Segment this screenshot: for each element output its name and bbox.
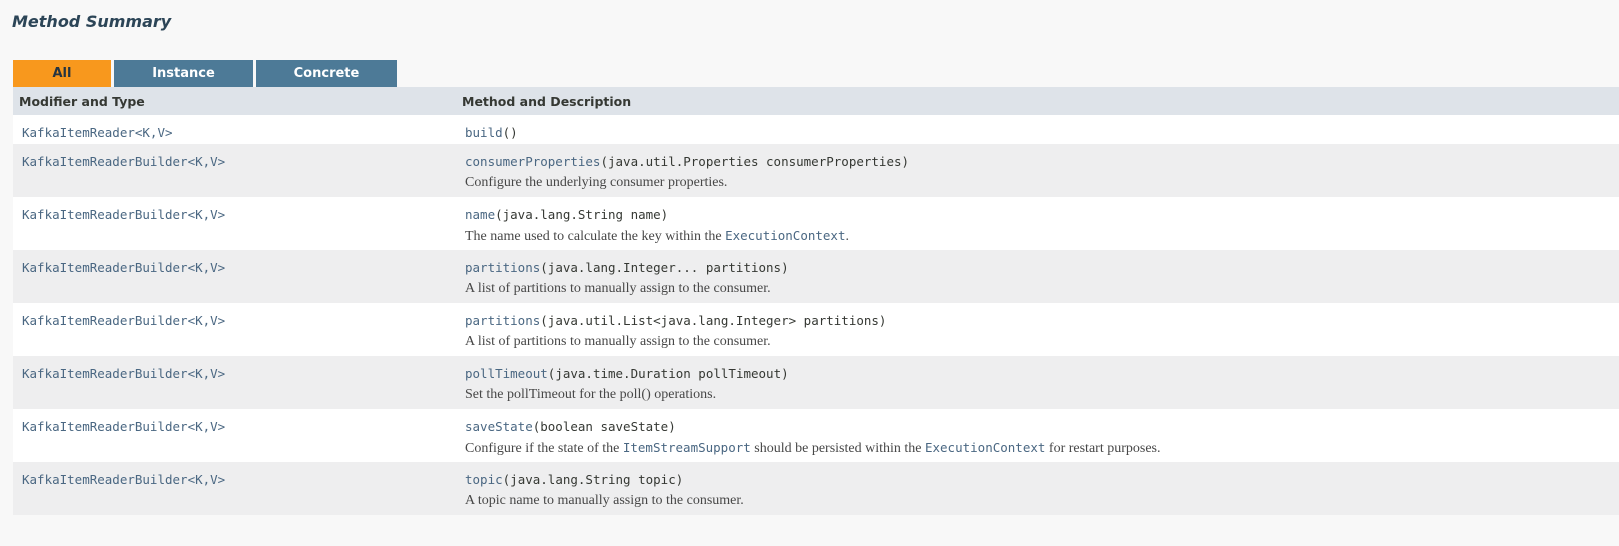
- method-params: (): [502, 125, 518, 140]
- method-params: (java.util.Properties consumerProperties…: [600, 154, 910, 169]
- tab-all-methods[interactable]: All Methods: [13, 60, 111, 108]
- table-row: KafkaItemReaderBuilder<K,V> name(java.la…: [13, 197, 1619, 250]
- table-row: KafkaItemReaderBuilder<K,V> topic(java.l…: [13, 462, 1619, 515]
- method-summary-table: Modifier and Type Method and Description…: [13, 87, 1619, 515]
- method-description: A list of partitions to manually assign …: [465, 281, 771, 296]
- method-params: (java.time.Duration pollTimeout): [547, 366, 789, 381]
- method-params: (java.lang.String topic): [502, 472, 684, 487]
- method-link-partitions[interactable]: partitions: [465, 313, 540, 328]
- column-header-modifier: Modifier and Type: [13, 87, 456, 115]
- execution-context-link[interactable]: ExecutionContext: [725, 228, 845, 243]
- method-description: Set the pollTimeout for the poll() opera…: [465, 387, 717, 402]
- method-link-consumer-properties[interactable]: consumerProperties: [465, 154, 600, 169]
- method-params: (java.lang.String name): [495, 207, 669, 222]
- method-description: Configure if the state of the ItemStream…: [465, 440, 1610, 457]
- method-params: (java.lang.Integer... partitions): [540, 260, 789, 275]
- method-description: Configure the underlying consumer proper…: [465, 175, 728, 190]
- description-text: should be persisted within the: [750, 441, 925, 456]
- return-type-link[interactable]: KafkaItemReaderBuilder<K,V>: [22, 472, 225, 487]
- method-description: A topic name to manually assign to the c…: [465, 493, 744, 508]
- method-params: (boolean saveState): [532, 419, 676, 434]
- table-row: KafkaItemReader<K,V> build(): [13, 115, 1619, 144]
- return-type-link[interactable]: KafkaItemReaderBuilder<K,V>: [22, 154, 225, 169]
- table-row: KafkaItemReaderBuilder<K,V> partitions(j…: [13, 303, 1619, 356]
- description-text: The name used to calculate the key withi…: [465, 229, 726, 244]
- return-type-link[interactable]: KafkaItemReader<K,V>: [22, 125, 173, 140]
- return-type-link[interactable]: KafkaItemReaderBuilder<K,V>: [22, 207, 225, 222]
- column-header-method: Method and Description: [456, 87, 1619, 115]
- method-link-topic[interactable]: topic: [465, 472, 503, 487]
- method-link-save-state[interactable]: saveState: [465, 419, 533, 434]
- table-row: KafkaItemReaderBuilder<K,V> saveState(bo…: [13, 409, 1619, 462]
- table-row: KafkaItemReaderBuilder<K,V> pollTimeout(…: [13, 356, 1619, 409]
- method-description: A list of partitions to manually assign …: [465, 334, 771, 349]
- return-type-link[interactable]: KafkaItemReaderBuilder<K,V>: [22, 260, 225, 275]
- method-params: (java.util.List<java.lang.Integer> parti…: [540, 313, 887, 328]
- method-link-build[interactable]: build: [465, 125, 503, 140]
- table-row: KafkaItemReaderBuilder<K,V> partitions(j…: [13, 250, 1619, 303]
- return-type-link[interactable]: KafkaItemReaderBuilder<K,V>: [22, 419, 225, 434]
- table-header-row: Modifier and Type Method and Description: [13, 87, 1619, 115]
- method-link-poll-timeout[interactable]: pollTimeout: [465, 366, 548, 381]
- tab-concrete-methods[interactable]: Concrete Methods: [256, 60, 397, 108]
- tab-instance-methods[interactable]: Instance Methods: [114, 60, 253, 108]
- description-text: for restart purposes.: [1045, 441, 1161, 456]
- return-type-link[interactable]: KafkaItemReaderBuilder<K,V>: [22, 313, 225, 328]
- method-link-partitions[interactable]: partitions: [465, 260, 540, 275]
- method-filter-tabs: All Methods Instance Methods Concrete Me…: [13, 60, 397, 108]
- method-description: The name used to calculate the key withi…: [465, 228, 1610, 245]
- description-text: .: [845, 229, 850, 244]
- page-title: Method Summary: [12, 12, 172, 31]
- execution-context-link[interactable]: ExecutionContext: [925, 440, 1045, 455]
- method-link-name[interactable]: name: [465, 207, 495, 222]
- item-stream-support-link[interactable]: ItemStreamSupport: [623, 440, 751, 455]
- table-row: KafkaItemReaderBuilder<K,V> consumerProp…: [13, 144, 1619, 197]
- return-type-link[interactable]: KafkaItemReaderBuilder<K,V>: [22, 366, 225, 381]
- description-text: Configure if the state of the: [465, 441, 623, 456]
